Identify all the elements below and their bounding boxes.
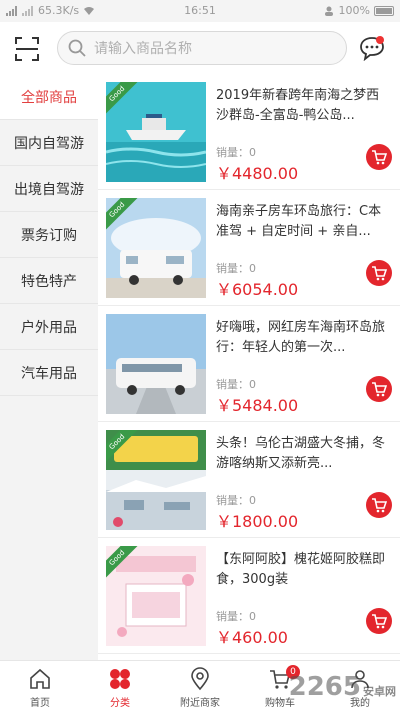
product-title[interactable]: 头条！乌伦古湖盛大冬捕，冬游喀纳斯又添新亮... [216,434,388,474]
message-dot-badge [376,36,384,44]
product-title[interactable]: 2019年新春跨年南海之梦西沙群岛-全富岛-鸭公岛... [216,86,388,126]
tab-label: 附近商家 [180,698,220,709]
tab-home[interactable]: 首页 [0,661,80,714]
sidebar-item-label: 票务订购 [21,227,77,244]
tab-label: 首页 [30,698,50,709]
site-watermark: 2265 安卓网 [289,672,396,702]
sidebar-item-label: 特色特产 [21,273,77,290]
product-item[interactable]: Good 2019年新春跨年南海之梦西沙群岛-全富岛-鸭公岛... 销量：0 ￥… [98,74,400,190]
cart-icon [372,150,387,165]
tab-label: 分类 [110,698,130,709]
add-to-cart-button[interactable] [366,376,392,402]
sidebar-item-label: 出境自驾游 [14,181,84,198]
sidebar-item-label: 汽车用品 [21,365,77,382]
sidebar-item-label: 全部商品 [21,89,77,106]
search-input[interactable]: 请输入商品名称 [57,31,347,65]
product-image-winter[interactable]: Good [106,430,206,530]
header: 请输入商品名称 [0,22,400,74]
product-item[interactable]: Good 【东阿阿胶】槐花姬阿胶糕即食，300g装 销量：0 ￥460.00 [98,538,400,654]
add-to-cart-button[interactable] [366,144,392,170]
battery-icon [374,5,394,16]
status-right: 100% [323,4,394,17]
cart-icon [372,498,387,513]
sidebar-item-tickets[interactable]: 票务订购 [0,212,98,258]
product-image-rv-road[interactable] [106,314,206,414]
product-title[interactable]: 【东阿阿胶】槐花姬阿胶糕即食，300g装 [216,550,388,590]
watermark-sub: 安卓网 [363,685,396,698]
product-item[interactable]: 好嗨哦，网红房车海南环岛旅行：年轻人的第一次... 销量：0 ￥5484.00 [98,306,400,422]
status-bar: 65.3K/s 16:51 100% [0,0,400,22]
product-price: ￥1800.00 [216,512,299,531]
product-price: ￥5484.00 [216,396,299,415]
product-sales: 销量：0 [216,146,256,159]
cart-icon [372,382,387,397]
add-to-cart-button[interactable] [366,260,392,286]
person-status-icon [324,6,333,16]
sidebar-item-car-accessories[interactable]: 汽车用品 [0,350,98,396]
product-sales: 销量：0 [216,378,256,391]
product-sales: 销量：0 [216,610,256,623]
add-to-cart-button[interactable] [366,608,392,634]
sidebar-item-overseas-self-drive[interactable]: 出境自驾游 [0,166,98,212]
product-sales: 销量：0 [216,494,256,507]
product-item[interactable]: Good 海南亲子房车环岛旅行：C本准驾 + 自定时间 + 亲自... 销量：0… [98,190,400,306]
message-button[interactable] [356,32,388,64]
sidebar-item-all-products[interactable]: 全部商品 [0,74,98,120]
product-image-rv[interactable]: Good [106,198,206,298]
product-title[interactable]: 好嗨哦，网红房车海南环岛旅行：年轻人的第一次... [216,318,388,358]
tab-category[interactable]: 分类 [80,661,160,714]
sidebar-item-local-specialties[interactable]: 特色特产 [0,258,98,304]
watermark-text: 2265 [288,672,361,702]
sidebar-item-label: 户外用品 [21,319,77,336]
add-to-cart-button[interactable] [366,492,392,518]
sidebar-item-outdoor-gear[interactable]: 户外用品 [0,304,98,350]
search-placeholder: 请输入商品名称 [94,41,192,57]
product-list: Good 2019年新春跨年南海之梦西沙群岛-全富岛-鸭公岛... 销量：0 ￥… [98,74,400,660]
cart-icon [372,266,387,281]
home-icon [30,668,50,689]
sidebar-item-label: 国内自驾游 [14,135,84,152]
scan-icon [15,37,39,61]
product-price: ￥460.00 [216,628,288,647]
scan-button[interactable] [12,34,42,64]
product-sales: 销量：0 [216,262,256,275]
category-sidebar: 全部商品 国内自驾游 出境自驾游 票务订购 特色特产 户外用品 汽车用品 [0,74,98,660]
tab-nearby-merchants[interactable]: 附近商家 [160,661,240,714]
category-icon [110,669,130,689]
search-icon [68,39,86,57]
product-price: ￥6054.00 [216,280,299,299]
product-item[interactable]: Good 头条！乌伦古湖盛大冬捕，冬游喀纳斯又添新亮... 销量：0 ￥1800… [98,422,400,538]
product-image-boat[interactable]: Good [106,82,206,182]
product-title[interactable]: 海南亲子房车环岛旅行：C本准驾 + 自定时间 + 亲自... [216,202,388,242]
location-icon [191,667,209,691]
product-price: ￥4480.00 [216,164,299,183]
sidebar-item-domestic-self-drive[interactable]: 国内自驾游 [0,120,98,166]
battery-percent: 100% [338,4,370,17]
cart-icon [372,614,387,629]
product-image-gift[interactable]: Good [106,546,206,646]
